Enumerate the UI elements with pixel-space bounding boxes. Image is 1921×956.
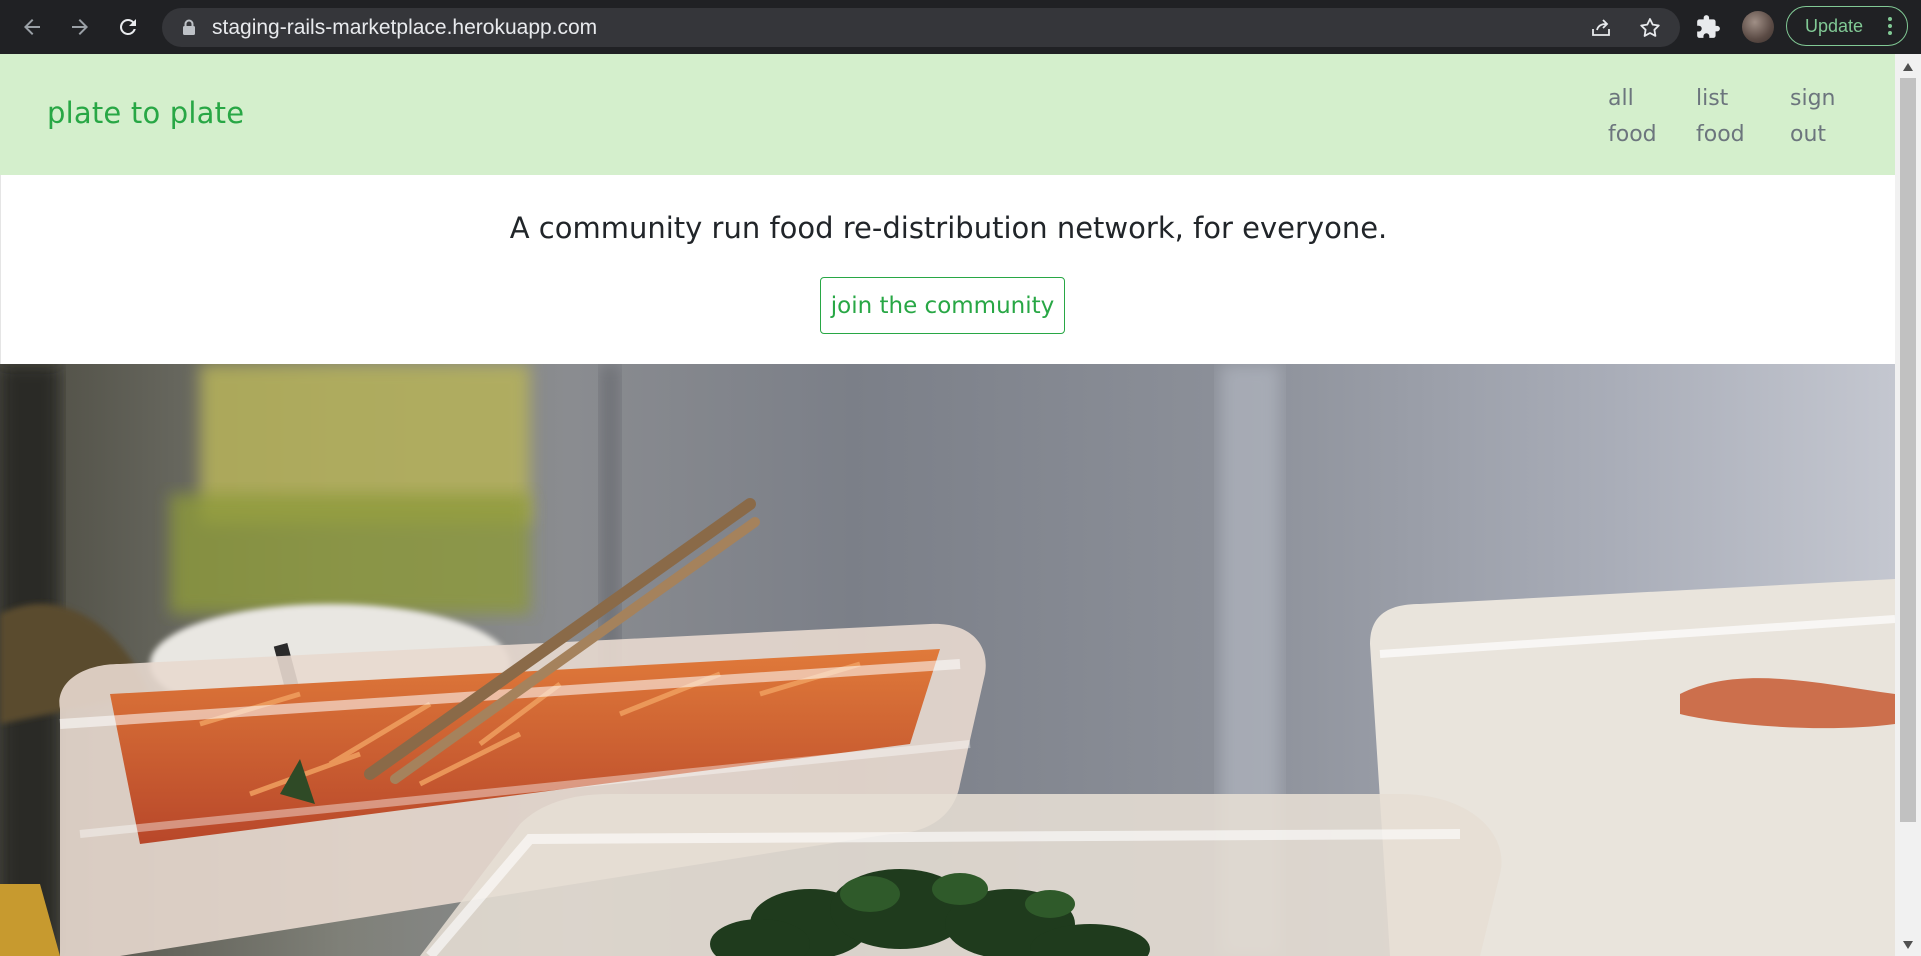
nav-all-food-line1: all (1608, 86, 1634, 111)
bookmark-star-icon[interactable] (1638, 16, 1662, 40)
nav-list-food-line2: food (1696, 122, 1745, 147)
update-button[interactable]: Update (1786, 6, 1908, 46)
join-community-button[interactable]: join the community (820, 277, 1065, 334)
hero-food-photo (0, 364, 1895, 956)
menu-dots-icon[interactable] (1887, 16, 1893, 36)
extensions-puzzle-icon[interactable] (1695, 14, 1721, 40)
nav-all-food-line2: food (1608, 122, 1657, 147)
url-text: staging-rails-marketplace.herokuapp.com (212, 16, 598, 39)
nav-sign-out[interactable]: sign out (1790, 81, 1850, 153)
tagline: A community run food re-distribution net… (509, 211, 1388, 245)
web-page: plate to plate all food list food sign o… (0, 54, 1895, 956)
scroll-thumb[interactable] (1900, 78, 1916, 822)
share-icon[interactable] (1589, 16, 1613, 40)
nav-sign-out-line1: sign (1790, 86, 1836, 111)
scroll-up-arrow-icon[interactable] (1902, 62, 1914, 72)
forward-icon[interactable] (60, 7, 100, 47)
page-scrollbar[interactable] (1895, 54, 1921, 956)
nav-sign-out-line2: out (1790, 122, 1827, 147)
address-bar[interactable]: staging-rails-marketplace.herokuapp.com (162, 8, 1680, 47)
update-label: Update (1805, 15, 1864, 36)
site-navbar: plate to plate all food list food sign o… (0, 54, 1895, 175)
scroll-down-arrow-icon[interactable] (1902, 940, 1914, 950)
back-icon[interactable] (12, 7, 52, 47)
nav-all-food[interactable]: all food (1608, 81, 1668, 153)
browser-toolbar: staging-rails-marketplace.herokuapp.com … (0, 0, 1921, 54)
brand-link[interactable]: plate to plate (47, 96, 244, 130)
profile-avatar[interactable] (1742, 11, 1774, 43)
reload-icon[interactable] (108, 7, 148, 47)
lock-icon (183, 19, 195, 35)
nav-list-food-line1: list (1696, 86, 1729, 111)
nav-list-food[interactable]: list food (1696, 81, 1756, 153)
hero-section: A community run food re-distribution net… (0, 175, 1895, 364)
